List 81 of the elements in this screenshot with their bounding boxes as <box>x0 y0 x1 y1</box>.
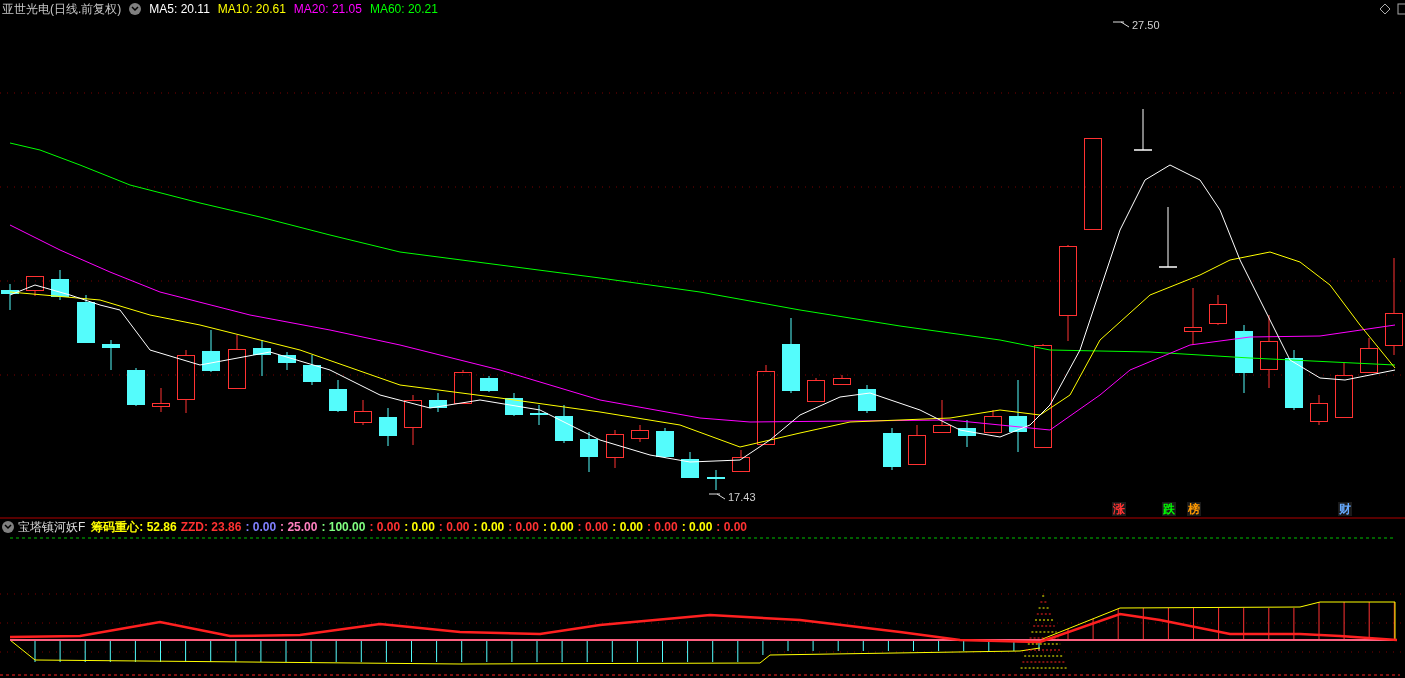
candlestick <box>404 394 422 446</box>
indicator-value: MA60: 20.21 <box>369 1 438 17</box>
candlestick <box>883 427 901 471</box>
indicator-value: MA5: 20.11 <box>149 1 210 17</box>
indicator-value: MA10: 20.61 <box>217 1 286 17</box>
stock-title: 亚世光电(日线.前复权) <box>2 1 122 17</box>
indicator-value: : 25.00 <box>280 519 318 535</box>
candlestick <box>354 399 372 426</box>
event-marker: 财 <box>1338 502 1352 516</box>
candlestick <box>858 384 876 414</box>
event-marker: 榜 <box>1187 502 1201 516</box>
candlestick <box>958 419 976 448</box>
candlestick <box>807 377 825 403</box>
candlestick <box>732 449 750 473</box>
candlestick <box>51 269 69 301</box>
candlestick <box>580 431 598 473</box>
candlestick <box>606 429 624 469</box>
candlestick <box>1360 337 1378 374</box>
dropdown-icon[interactable] <box>2 521 14 533</box>
indicator-value: MA20: 21.05 <box>293 1 362 17</box>
candlestick <box>1184 287 1202 346</box>
candlestick <box>26 275 44 297</box>
indicator-value: 筹码重心: 52.86 <box>91 519 177 535</box>
price-label: 17.43 <box>728 490 756 504</box>
candlestick <box>631 424 649 443</box>
indicator-value: : 0.00 <box>577 519 609 535</box>
candlestick <box>681 451 699 479</box>
candlestick <box>933 399 951 434</box>
indicator-value: : 0.00 <box>542 519 574 535</box>
candlestick <box>530 404 548 426</box>
candlestick <box>152 387 170 413</box>
candlestick <box>202 329 220 373</box>
candlestick <box>102 339 120 371</box>
candlestick <box>1133 108 1153 151</box>
indicator-value: : 0.00 <box>369 519 401 535</box>
diamond-icon[interactable] <box>1379 3 1391 15</box>
price-label: 27.50 <box>1132 18 1160 32</box>
candlestick <box>379 407 397 447</box>
candlestick <box>1 283 19 311</box>
indicator-value: : 0.00 <box>404 519 435 535</box>
indicator-value: : 0.00 <box>647 519 678 535</box>
candlestick <box>177 349 195 414</box>
indicator-value: : 0.00 <box>681 519 713 535</box>
indicator-value: ZZD: 23.86 <box>180 519 242 535</box>
indicator-value: : 0.00 <box>473 519 505 535</box>
candlestick <box>1310 394 1328 426</box>
candlestick <box>77 294 95 344</box>
candlestick <box>707 469 725 491</box>
candlestick <box>1158 206 1178 268</box>
indicator-value: : 0.00 <box>245 519 277 535</box>
candlestick <box>833 374 851 386</box>
indicator-value: : 0.00 <box>612 519 643 535</box>
candlestick <box>1335 361 1353 419</box>
candlestick <box>429 392 447 413</box>
candlestick <box>480 375 498 393</box>
candlestick <box>984 409 1002 434</box>
candlestick <box>127 367 145 407</box>
candlestick <box>303 354 321 386</box>
event-marker: 跌 <box>1162 502 1176 516</box>
event-marker: 涨 <box>1112 502 1126 516</box>
indicator-value: : 0.00 <box>508 519 539 535</box>
candlestick <box>228 334 246 389</box>
candlestick <box>329 379 347 413</box>
dropdown-icon[interactable] <box>129 3 142 15</box>
candlestick <box>278 351 296 371</box>
candlestick <box>908 424 926 466</box>
indicator-value: : 100.00 <box>321 519 366 535</box>
candlestick <box>454 369 472 405</box>
pointer-arrow-icon <box>1112 21 1130 29</box>
candlestick <box>555 404 573 444</box>
indicator-value: : 0.00 <box>716 519 748 535</box>
candlestick <box>505 392 523 417</box>
indicator-title: 宝塔镇河妖F <box>18 519 86 535</box>
pointer-arrow-icon <box>708 493 726 501</box>
candlestick <box>656 427 674 459</box>
candlestick <box>253 339 271 377</box>
candlestick <box>1209 294 1227 326</box>
panel-icon[interactable] <box>1397 3 1405 15</box>
candlestick <box>1285 349 1303 411</box>
indicator-value: : 0.00 <box>438 519 470 535</box>
candlestick <box>1235 324 1253 394</box>
